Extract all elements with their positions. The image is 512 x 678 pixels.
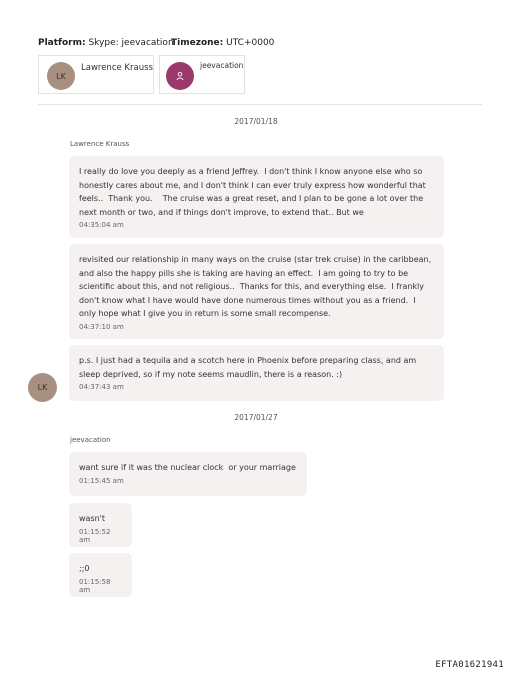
document-id: EFTA01621941: [435, 660, 504, 670]
platform-info: Platform: Skype: jeevacation: [38, 38, 174, 48]
timezone-info: Timezone: UTC+0000: [171, 38, 274, 48]
platform-label: Platform:: [38, 38, 86, 48]
message-bubble: I really do love you deeply as a friend …: [69, 156, 444, 238]
message-time: 04:37:10 am: [79, 322, 124, 331]
message-bubble: ;;0 01:15:58 am: [69, 553, 132, 597]
platform-value: Skype: jeevacation: [88, 38, 174, 48]
participant-name: Lawrence Krauss: [81, 63, 153, 73]
date-separator: 2017/01/27: [234, 413, 278, 422]
message-time: 04:35:04 am: [79, 221, 124, 229]
avatar: [166, 62, 194, 90]
participant-card-jeevacation: jeevacation: [159, 55, 245, 94]
message-text: want sure if it was the nuclear clock or…: [79, 463, 296, 472]
message-text: wasn't: [79, 514, 106, 523]
user-icon: [176, 71, 184, 81]
timezone-label: Timezone:: [171, 38, 224, 48]
message-bubble: revisited our relationship in many ways …: [69, 244, 444, 339]
header-divider: [38, 104, 482, 105]
message-time: 04:37:43 am: [79, 383, 124, 391]
message-text: revisited our relationship in many ways …: [79, 255, 434, 318]
sender-avatar: LK: [28, 373, 57, 402]
message-text: p.s. I just had a tequila and a scotch h…: [79, 356, 419, 379]
message-text: ;;0: [79, 564, 90, 573]
message-bubble: p.s. I just had a tequila and a scotch h…: [69, 345, 444, 401]
message-bubble: wasn't 01:15:52 am: [69, 503, 132, 547]
message-text: I really do love you deeply as a friend …: [79, 167, 429, 217]
timezone-value: UTC+0000: [226, 38, 275, 48]
message-time: 01:15:45 am: [79, 476, 124, 485]
participant-name: jeevacation: [200, 61, 244, 70]
message-bubble: want sure if it was the nuclear clock or…: [69, 452, 307, 496]
avatar: LK: [47, 62, 75, 90]
message-time: 01:15:58 am: [79, 577, 111, 594]
sender-name: Lawrence Krauss: [70, 140, 130, 148]
sender-name: jeevacation: [70, 436, 111, 444]
conversation-meta: Platform: Skype: jeevacation Timezone: U…: [38, 38, 274, 48]
message-time: 01:15:52 am: [79, 527, 111, 544]
date-separator: 2017/01/18: [234, 117, 278, 126]
participant-card-lawrence-krauss: LK Lawrence Krauss: [38, 55, 154, 94]
